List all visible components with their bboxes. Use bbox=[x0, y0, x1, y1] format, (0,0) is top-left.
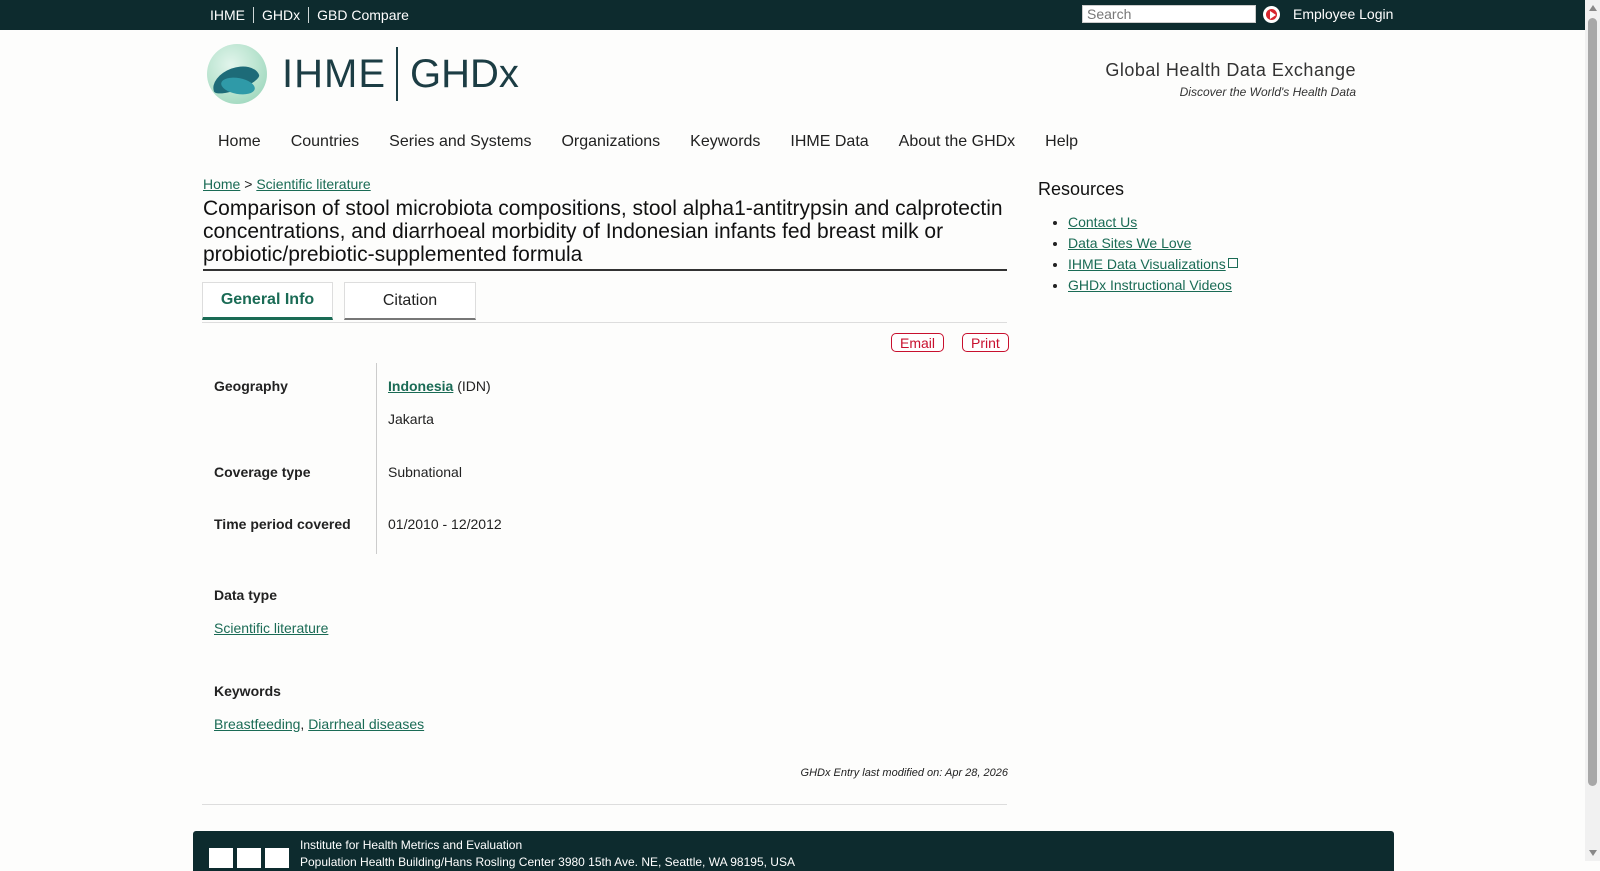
top-links: IHME GHDx GBD Compare bbox=[210, 7, 417, 23]
tab-general-info[interactable]: General Info bbox=[202, 282, 333, 320]
page-title: Comparison of stool microbiota compositi… bbox=[203, 197, 1007, 271]
keywords-label: Keywords bbox=[214, 683, 281, 699]
geography-city: Jakarta bbox=[388, 411, 434, 427]
resource-item: IHME Data Visualizations bbox=[1068, 256, 1238, 277]
top-link-ghdx[interactable]: GHDx bbox=[253, 7, 308, 23]
coverage-type-value: Subnational bbox=[388, 464, 462, 480]
nav-series-and-systems[interactable]: Series and Systems bbox=[389, 133, 531, 151]
print-button[interactable]: Print bbox=[962, 333, 1009, 352]
coverage-type-label: Coverage type bbox=[214, 464, 311, 480]
footer: Institute for Health Metrics and Evaluat… bbox=[193, 831, 1394, 871]
nav-home[interactable]: Home bbox=[218, 133, 261, 151]
resource-data-sites[interactable]: Data Sites We Love bbox=[1068, 235, 1191, 251]
field-divider bbox=[376, 363, 377, 554]
external-link-icon bbox=[1227, 258, 1238, 268]
nav-help[interactable]: Help bbox=[1045, 133, 1078, 151]
last-modified: GHDx Entry last modified on: Apr 28, 202… bbox=[800, 767, 1008, 779]
search-go-icon[interactable] bbox=[1263, 6, 1280, 23]
data-type-link[interactable]: Scientific literature bbox=[214, 620, 328, 636]
nav-ihme-data[interactable]: IHME Data bbox=[790, 133, 868, 151]
footer-address: Population Health Building/Hans Rosling … bbox=[300, 855, 795, 869]
keywords-list: Breastfeeding, Diarrheal diseases bbox=[214, 716, 424, 732]
geography-country-link[interactable]: Indonesia bbox=[388, 378, 453, 394]
keyword-separator: , bbox=[300, 716, 305, 732]
resources-list: Contact Us Data Sites We Love IHME Data … bbox=[1052, 214, 1238, 298]
nav-organizations[interactable]: Organizations bbox=[561, 133, 660, 151]
main-nav: Home Countries Series and Systems Organi… bbox=[218, 133, 1108, 151]
logo-ghdx-text[interactable]: GHDx bbox=[410, 52, 519, 96]
ihme-logo-icon[interactable] bbox=[207, 44, 267, 104]
resource-ghdx-videos[interactable]: GHDx Instructional Videos bbox=[1068, 277, 1232, 293]
resources-heading: Resources bbox=[1038, 179, 1125, 199]
tab-citation[interactable]: Citation bbox=[344, 282, 476, 320]
geography-value: Indonesia (IDN) bbox=[388, 378, 491, 394]
resource-contact-us[interactable]: Contact Us bbox=[1068, 214, 1137, 230]
nav-keywords[interactable]: Keywords bbox=[690, 133, 760, 151]
resource-item: GHDx Instructional Videos bbox=[1068, 277, 1238, 298]
keyword-breastfeeding[interactable]: Breastfeeding bbox=[214, 716, 300, 732]
scrollbar-thumb[interactable] bbox=[1588, 18, 1597, 786]
resource-ihme-viz[interactable]: IHME Data Visualizations bbox=[1068, 256, 1226, 272]
top-utility-bar: IHME GHDx GBD Compare Employee Login bbox=[0, 0, 1585, 30]
site-tagline: Global Health Data Exchange bbox=[1105, 60, 1356, 80]
breadcrumb-scientific-literature[interactable]: Scientific literature bbox=[256, 176, 370, 192]
ihme-footer-logo-icon bbox=[209, 848, 289, 868]
record-tabs: General Info Citation bbox=[202, 282, 1007, 323]
resource-item: Contact Us bbox=[1068, 214, 1238, 235]
footer-org-name: Institute for Health Metrics and Evaluat… bbox=[300, 838, 523, 852]
search-input[interactable] bbox=[1082, 5, 1256, 23]
breadcrumb-home[interactable]: Home bbox=[203, 176, 240, 192]
data-type-value: Scientific literature bbox=[214, 620, 328, 636]
time-period-label: Time period covered bbox=[214, 516, 351, 532]
scroll-down-arrow-icon[interactable] bbox=[1589, 850, 1597, 856]
employee-login-link[interactable]: Employee Login bbox=[1293, 6, 1393, 22]
scroll-up-arrow-icon[interactable] bbox=[1589, 5, 1597, 11]
site-subtagline: Discover the World's Health Data bbox=[1179, 85, 1356, 99]
top-link-ihme[interactable]: IHME bbox=[210, 7, 253, 23]
nav-countries[interactable]: Countries bbox=[291, 133, 359, 151]
resource-item: Data Sites We Love bbox=[1068, 235, 1238, 256]
logo-divider bbox=[396, 47, 398, 101]
time-period-value: 01/2010 - 12/2012 bbox=[388, 516, 502, 532]
data-type-label: Data type bbox=[214, 587, 278, 603]
nav-about-ghdx[interactable]: About the GHDx bbox=[899, 133, 1016, 151]
top-link-gbd-compare[interactable]: GBD Compare bbox=[308, 7, 417, 23]
geography-code: (IDN) bbox=[457, 378, 491, 394]
email-button[interactable]: Email bbox=[891, 333, 945, 352]
geography-label: Geography bbox=[214, 378, 288, 394]
logo-ihme-text[interactable]: IHME bbox=[282, 52, 386, 96]
content-divider bbox=[202, 804, 1007, 805]
keyword-diarrheal-diseases[interactable]: Diarrheal diseases bbox=[308, 716, 424, 732]
breadcrumb: Home > Scientific literature bbox=[203, 176, 371, 192]
breadcrumb-separator: > bbox=[244, 176, 253, 192]
